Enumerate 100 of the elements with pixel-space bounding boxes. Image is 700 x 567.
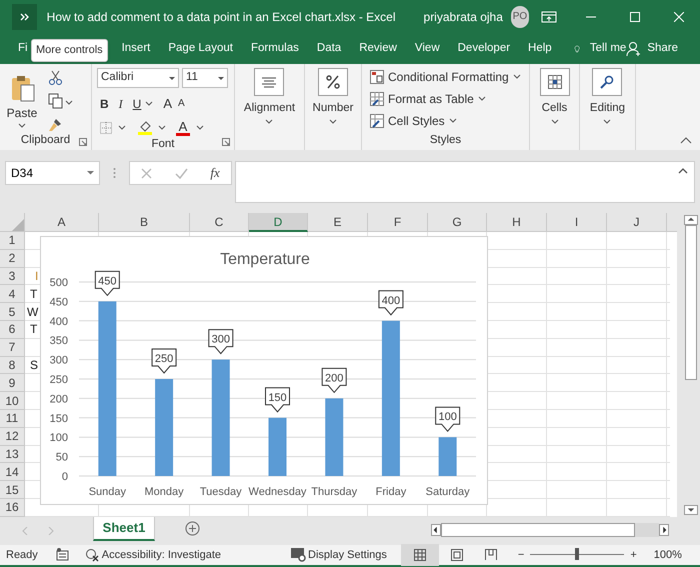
row-header[interactable]: 12 <box>0 428 25 446</box>
styles-menu-button[interactable]: Conditional Formatting <box>370 68 521 86</box>
editing-button[interactable]: Editing <box>590 68 626 132</box>
user-avatar[interactable]: PO <box>510 6 529 28</box>
row-header[interactable]: 7 <box>0 338 25 357</box>
name-box[interactable]: D34 <box>5 161 100 185</box>
font-color-button[interactable]: A <box>176 120 190 136</box>
row-header[interactable]: 8 <box>0 356 25 374</box>
styles-menu-button[interactable]: Cell Styles <box>370 112 521 130</box>
grow-font-button[interactable]: A <box>163 94 172 114</box>
column-header[interactable]: D <box>249 213 308 232</box>
ribbon-tab[interactable]: Developer <box>458 40 510 58</box>
row-header[interactable]: 13 <box>0 446 25 464</box>
zoom-slider-thumb[interactable] <box>575 548 580 560</box>
font-size-dropdown[interactable]: 11 <box>182 68 228 88</box>
accessibility-button[interactable]: Accessibility: Investigate <box>84 546 222 563</box>
scroll-up-icon[interactable] <box>684 215 698 225</box>
fill-color-icon[interactable] <box>138 120 152 135</box>
vertical-scrollbar-thumb[interactable] <box>685 225 697 380</box>
column-header[interactable]: B <box>99 213 190 232</box>
ribbon-tab[interactable]: Page Layout <box>168 40 233 58</box>
maximize-icon[interactable] <box>630 12 640 22</box>
add-sheet-icon[interactable] <box>185 520 200 536</box>
scissors-icon[interactable] <box>48 70 63 85</box>
conditional-formatting-icon <box>370 70 384 84</box>
column-header[interactable]: H <box>487 213 547 232</box>
zoom-in-button[interactable]: + <box>630 546 637 563</box>
zoom-level-text[interactable]: 100% <box>654 546 682 563</box>
tell-me-field[interactable]: Tell me <box>590 40 626 58</box>
share-button[interactable]: Share <box>647 40 678 58</box>
page-layout-icon[interactable] <box>450 548 463 561</box>
collapse-ribbon-icon[interactable] <box>680 137 692 144</box>
italic-button[interactable]: I <box>118 94 123 113</box>
underline-button[interactable]: U <box>132 94 142 113</box>
row-header[interactable]: 9 <box>0 374 25 392</box>
column-header[interactable]: E <box>308 213 368 232</box>
shrink-font-button[interactable]: A <box>178 96 185 112</box>
row-header[interactable]: 4 <box>0 285 25 304</box>
formula-input-field[interactable] <box>235 161 695 203</box>
zoom-out-button[interactable]: − <box>518 546 524 563</box>
ribbon-tab[interactable]: Help <box>528 40 552 58</box>
search-icon <box>600 75 614 89</box>
styles-menu-button[interactable]: Format as Table <box>370 90 521 108</box>
ribbon-tab[interactable]: Data <box>316 40 342 58</box>
normal-view-button[interactable] <box>400 544 439 566</box>
font-name-dropdown[interactable]: Calibri <box>97 68 179 88</box>
dialog-launcher-icon[interactable] <box>79 138 87 146</box>
row-header[interactable]: 14 <box>0 463 25 482</box>
page-break-icon[interactable] <box>484 548 497 561</box>
row-header[interactable]: 11 <box>0 410 25 428</box>
dialog-launcher-icon[interactable] <box>222 138 230 146</box>
row-header[interactable]: 5 <box>0 303 25 321</box>
ribbon-tab[interactable]: Formulas <box>250 40 299 58</box>
column-header[interactable]: F <box>368 213 428 232</box>
insert-function-button[interactable]: fx <box>210 163 220 183</box>
quick-access-button[interactable] <box>12 4 37 30</box>
caret-icon <box>118 124 126 130</box>
dropdown-arrow-icon <box>218 76 224 80</box>
row-header[interactable]: 16 <box>0 498 25 517</box>
ribbon-tab[interactable]: View <box>414 40 440 58</box>
accessibility-icon <box>84 548 99 562</box>
close-icon[interactable] <box>674 12 684 22</box>
caret-icon <box>550 119 558 126</box>
row-header[interactable]: 2 <box>0 250 25 268</box>
axis-tick-label: 200 <box>50 393 68 406</box>
column-header[interactable]: I <box>547 213 607 232</box>
alignment-button[interactable]: Alignment <box>244 68 296 132</box>
row-header[interactable]: 15 <box>0 481 25 499</box>
row-header[interactable]: 10 <box>0 392 25 410</box>
ribbon-tab[interactable]: Fi <box>18 40 28 58</box>
macro-icon[interactable] <box>56 548 69 562</box>
caret-icon <box>478 96 486 102</box>
row-header[interactable]: 6 <box>0 320 25 339</box>
row-header[interactable]: 3 <box>0 268 25 286</box>
copy-icon[interactable] <box>48 93 73 109</box>
number-button[interactable]: Number <box>312 68 354 132</box>
row-header[interactable]: 1 <box>0 232 25 250</box>
ribbon-tab[interactable]: Insert <box>122 40 150 58</box>
paste-button[interactable]: Paste <box>6 70 38 129</box>
callout-shape <box>152 348 177 374</box>
ribbon-tab[interactable]: Review <box>359 40 397 58</box>
bold-button[interactable]: B <box>100 94 109 113</box>
cells-button[interactable]: Cells <box>540 68 570 132</box>
scroll-right-icon[interactable] <box>659 524 669 536</box>
chart-title: Temperature <box>220 251 310 268</box>
checkmark-icon[interactable] <box>174 168 188 178</box>
borders-icon[interactable] <box>100 122 112 134</box>
axis-tick-label: 0 <box>62 471 68 483</box>
caret-icon <box>145 100 154 107</box>
caret-icon <box>603 119 612 126</box>
column-header[interactable]: J <box>607 213 667 232</box>
display-settings-button[interactable]: Display Settings <box>291 546 387 563</box>
paintbrush-icon[interactable] <box>48 117 63 132</box>
ribbon-display-icon[interactable] <box>541 10 557 22</box>
collapse-icon[interactable] <box>678 168 688 174</box>
scroll-down-icon[interactable] <box>684 504 698 515</box>
sheet-tab[interactable]: Sheet1 <box>93 516 155 541</box>
column-header[interactable]: A <box>25 213 99 232</box>
column-header[interactable]: G <box>428 213 487 232</box>
scroll-left-icon[interactable] <box>431 524 441 536</box>
